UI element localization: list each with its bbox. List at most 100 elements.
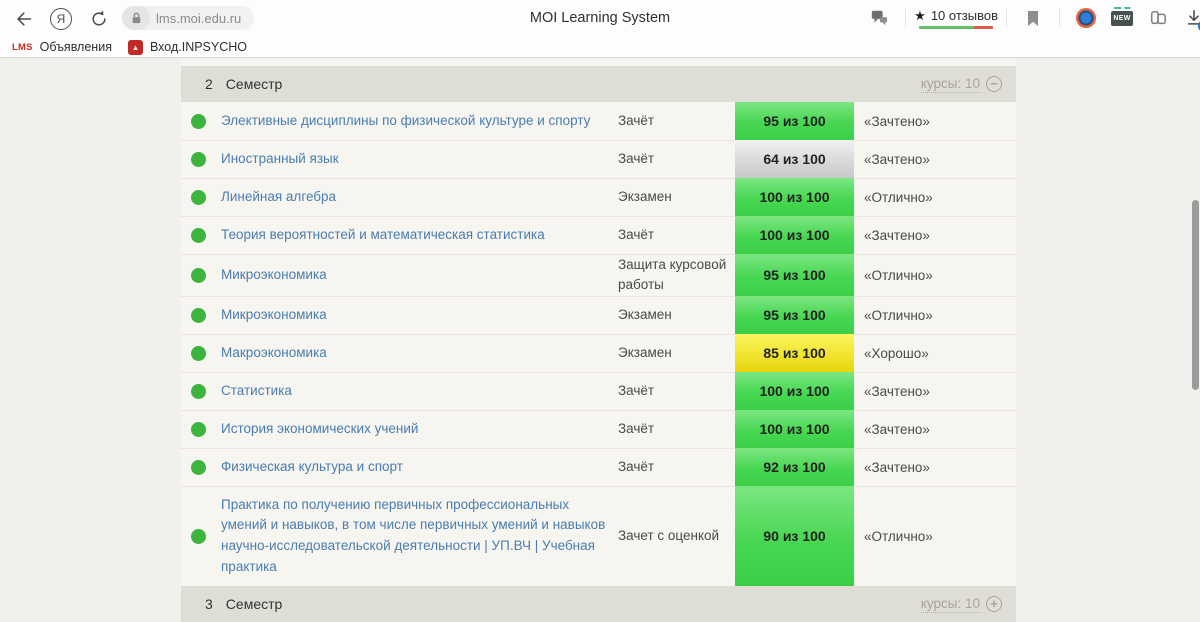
back-arrow-icon <box>13 9 33 29</box>
semester-number: 3 <box>205 596 213 612</box>
score-badge: 100 из 100 <box>735 410 854 448</box>
status-dot-icon <box>191 346 206 361</box>
camera-flash-icon <box>1113 7 1131 11</box>
score-cell: 95 из 100 <box>735 102 854 140</box>
bookmark-label: Вход.INPSYCHO <box>150 40 247 54</box>
course-link[interactable]: Практика по получению первичных професси… <box>221 495 606 579</box>
status-cell <box>181 178 221 216</box>
inpsycho-favicon: ▲ <box>128 40 143 55</box>
toolbar-divider <box>1059 9 1060 27</box>
address-bar[interactable]: lms.moi.edu.ru <box>122 6 254 30</box>
assessment-type: Защита курсовой работы <box>618 254 735 296</box>
previous-row-remnant <box>181 59 1016 66</box>
semester-2-header: 2 Семестр курсы: 10 − <box>181 66 1016 102</box>
status-cell <box>181 140 221 178</box>
yandex-home-button[interactable]: Я <box>48 6 74 32</box>
course-cell: Теория вероятностей и математическая ста… <box>221 216 618 254</box>
status-dot-icon <box>191 190 206 205</box>
grade-text: «Зачтено» <box>854 102 1016 140</box>
grade-text: «Зачтено» <box>854 410 1016 448</box>
bookmark-button[interactable] <box>1021 6 1045 30</box>
assessment-type: Зачёт <box>618 410 735 448</box>
bookmark-item-lms[interactable]: LMS Объявления <box>10 40 122 54</box>
bookmark-label: Объявления <box>40 40 112 54</box>
refresh-button[interactable] <box>86 6 112 32</box>
back-button[interactable] <box>10 6 36 32</box>
course-link[interactable]: История экономических учений <box>221 419 418 440</box>
status-cell <box>181 372 221 410</box>
course-cell: Практика по получению первичных професси… <box>221 486 618 587</box>
new-badge-icon: NEW <box>1111 11 1133 26</box>
course-link[interactable]: Линейная алгебра <box>221 187 336 208</box>
course-cell: Макроэкономика <box>221 334 618 372</box>
table-row: Элективные дисциплины по физической куль… <box>181 102 1016 140</box>
status-dot-icon <box>191 460 206 475</box>
course-link[interactable]: Статистика <box>221 381 292 402</box>
lms-page: 2 Семестр курсы: 10 − Элективные дисципл… <box>0 59 1200 609</box>
score-badge: 100 из 100 <box>735 216 854 254</box>
refresh-icon <box>89 9 109 29</box>
status-cell <box>181 486 221 587</box>
score-cell: 100 из 100 <box>735 178 854 216</box>
table-row: Микроэкономика Экзамен 95 из 100 «Отличн… <box>181 296 1016 334</box>
table-row: Линейная алгебра Экзамен 100 из 100 «Отл… <box>181 178 1016 216</box>
browser-toolbar: Я lms.moi.edu.ru MOI Learning System <box>0 0 1200 36</box>
status-cell <box>181 410 221 448</box>
bookmark-item-inpsycho[interactable]: ▲ Вход.INPSYCHO <box>126 40 257 55</box>
status-dot-icon <box>191 529 206 544</box>
feedback-button[interactable] <box>867 6 891 30</box>
extension-new-button[interactable]: NEW <box>1110 6 1134 30</box>
score-badge: 92 из 100 <box>735 448 854 486</box>
course-link[interactable]: Макроэкономика <box>221 343 327 364</box>
reviews-button[interactable]: ★ 10 отзывов <box>914 8 998 29</box>
downloads-button[interactable]: 2 <box>1182 6 1200 30</box>
grade-text: «Отлично» <box>854 178 1016 216</box>
course-link[interactable]: Микроэкономика <box>221 305 327 326</box>
collapse-icon: − <box>986 76 1002 92</box>
grades-table: 2 Семестр курсы: 10 − Элективные дисципл… <box>181 59 1016 622</box>
course-cell: История экономических учений <box>221 410 618 448</box>
grade-text: «Зачтено» <box>854 372 1016 410</box>
bookmarks-bar: LMS Объявления ▲ Вход.INPSYCHO <box>0 36 1200 58</box>
course-link[interactable]: Теория вероятностей и математическая ста… <box>221 225 545 246</box>
score-cell: 100 из 100 <box>735 372 854 410</box>
expand-icon: + <box>986 596 1002 612</box>
vertical-scrollbar-thumb[interactable] <box>1192 200 1199 390</box>
yandex-logo-icon: Я <box>50 8 72 30</box>
course-link[interactable]: Микроэкономика <box>221 265 327 286</box>
status-dot-icon <box>191 114 206 129</box>
course-link[interactable]: Элективные дисциплины по физической куль… <box>221 111 590 132</box>
grade-text: «Отлично» <box>854 296 1016 334</box>
status-dot-icon <box>191 422 206 437</box>
reviews-label: 10 отзывов <box>931 8 998 23</box>
status-cell <box>181 102 221 140</box>
course-link[interactable]: Иностранный язык <box>221 149 339 170</box>
table-row: Иностранный язык Зачёт 64 из 100 «Зачтен… <box>181 140 1016 178</box>
grade-text: «Хорошо» <box>854 334 1016 372</box>
semester-3-header: 3 Семестр курсы: 10 + <box>181 586 1016 622</box>
grade-text: «Зачтено» <box>854 448 1016 486</box>
assessment-type: Зачёт <box>618 216 735 254</box>
semester-2-collapse-control[interactable]: курсы: 10 − <box>921 76 1002 93</box>
course-link[interactable]: Физическая культура и спорт <box>221 457 403 478</box>
assessment-type: Экзамен <box>618 334 735 372</box>
toolbar-divider <box>905 9 906 27</box>
chat-bubbles-icon <box>869 9 889 27</box>
score-badge: 90 из 100 <box>735 486 854 587</box>
grade-text: «Отлично» <box>854 486 1016 587</box>
score-cell: 100 из 100 <box>735 216 854 254</box>
assessment-type: Зачёт <box>618 372 735 410</box>
score-badge: 100 из 100 <box>735 372 854 410</box>
table-row: Микроэкономика Защита курсовой работы 95… <box>181 254 1016 296</box>
assessment-type: Зачет с оценкой <box>618 486 735 587</box>
lms-favicon: LMS <box>12 42 33 53</box>
assessment-type: Экзамен <box>618 296 735 334</box>
score-cell: 95 из 100 <box>735 296 854 334</box>
extension-lens-button[interactable] <box>1074 6 1098 30</box>
semester-3-expand-control[interactable]: курсы: 10 + <box>921 596 1002 613</box>
score-cell: 64 из 100 <box>735 140 854 178</box>
score-cell: 85 из 100 <box>735 334 854 372</box>
toolbar-divider <box>1006 9 1007 27</box>
extension-misc-button[interactable] <box>1146 6 1170 30</box>
courses-count-label: курсы: 10 <box>921 596 980 613</box>
